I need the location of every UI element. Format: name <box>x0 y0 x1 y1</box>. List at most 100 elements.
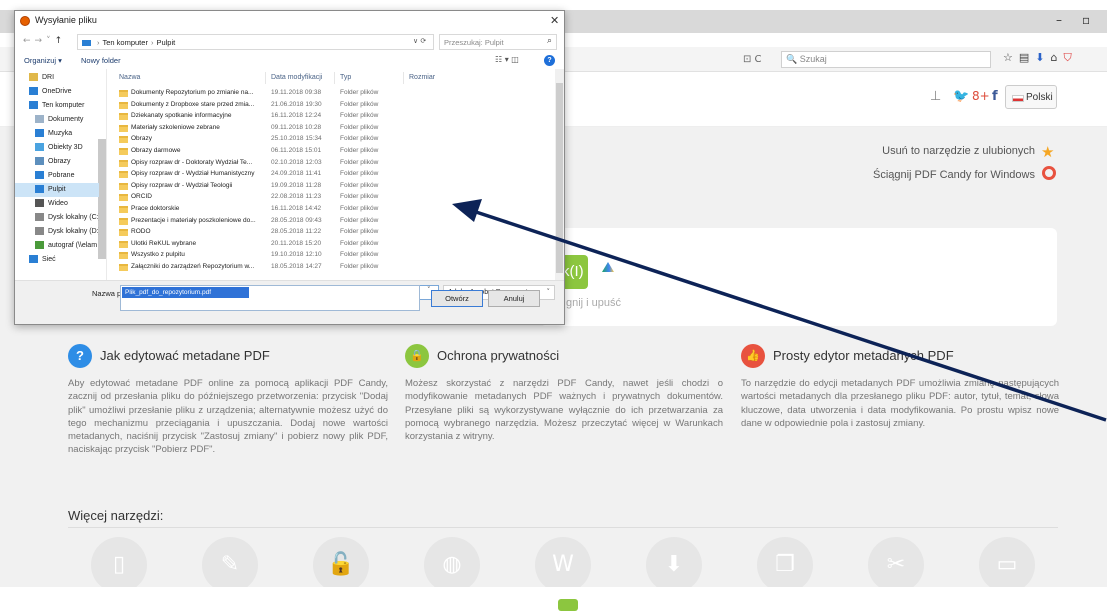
nav-item[interactable]: Obiekty 3D <box>15 141 99 155</box>
nav-item-label: Pobrane <box>48 171 75 179</box>
nav-item[interactable]: Dysk lokalny (C:) <box>15 211 99 225</box>
view-options-icon[interactable]: ☷ ▾ ◫ <box>495 55 519 64</box>
file-name: Dokumenty Repozytorium po zmianie na... <box>131 89 254 96</box>
file-row[interactable]: Wszystko z pulpitu 19.10.2018 12:10 Folder… <box>107 250 555 261</box>
dialog-titlebar[interactable]: Wysyłanie pliku ✕ <box>15 11 564 31</box>
url-bar-icons[interactable]: ⊡ C <box>743 54 762 65</box>
folder-icon <box>119 264 128 271</box>
nav-item-label: Obiekty 3D <box>48 143 83 151</box>
browser-search-input[interactable]: 🔍 Szukaj <box>781 51 991 68</box>
library-icon[interactable]: ▤ <box>1019 51 1035 64</box>
breadcrumb-desktop[interactable]: Pulpit <box>156 38 175 47</box>
back-arrow-icon[interactable]: ← <box>23 36 35 46</box>
dialog-search-input[interactable]: Przeszukaj: Pulpit ⌕ <box>439 34 557 50</box>
language-selector[interactable]: Polski <box>1005 85 1057 109</box>
file-type: Folder plików <box>340 205 379 212</box>
home-icon[interactable]: ⌂ <box>1051 51 1064 64</box>
file-row[interactable]: Opisy rozpraw dr - Wydział Humanistyczny… <box>107 169 555 180</box>
file-row[interactable]: Obrazy darmowe 06.11.2018 15:01 Folder pli… <box>107 146 555 157</box>
nav-item-label: Pulpit <box>48 185 66 193</box>
open-button[interactable]: Otwórz <box>431 290 483 307</box>
folder-icon <box>119 229 128 237</box>
file-type: Folder plików <box>340 112 379 120</box>
nav-item[interactable]: Wideo <box>15 197 99 211</box>
file-row[interactable]: Dokumenty z Dropboxe stare przed zmia...… <box>107 100 555 111</box>
column-type[interactable]: Typ <box>340 74 351 81</box>
nav-item[interactable]: Dokumenty <box>15 113 99 127</box>
thumbs-up-icon: 👍 <box>741 344 765 368</box>
recent-chevron-icon[interactable]: ˅ <box>46 36 55 46</box>
pocket-icon[interactable]: ⛉ <box>1063 51 1077 64</box>
minimize-button[interactable]: – <box>1056 13 1062 27</box>
download-windows-link[interactable]: Ściągnij PDF Candy for Windows <box>873 169 1035 181</box>
nav-item[interactable]: Sieć <box>15 253 99 267</box>
tool-edit-icon[interactable]: ✎ <box>202 537 258 593</box>
google-plus-icon[interactable]: 8+ <box>972 89 990 103</box>
file-row[interactable]: ORCID 22.08.2018 11:23 Folder plików <box>107 192 555 203</box>
column-size[interactable]: Rozmiar <box>409 74 435 81</box>
scroll-indicator[interactable] <box>558 599 578 611</box>
nav-item[interactable]: OneDrive <box>15 85 99 99</box>
tool-split-icon[interactable]: ✂ <box>868 537 924 593</box>
up-arrow-icon[interactable]: ↑ <box>55 36 67 46</box>
new-folder-button[interactable]: Nowy folder <box>81 56 121 65</box>
nav-item[interactable]: Pobrane <box>15 169 99 183</box>
chevron-down-icon[interactable]: ˅ <box>427 286 431 294</box>
search-icon: ⌕ <box>546 36 552 46</box>
nav-item[interactable]: DRI <box>15 71 99 85</box>
file-row[interactable]: Dziekanaty spotkanie informacyjne 16.11.2… <box>107 111 555 122</box>
download-icon[interactable]: ⬇ <box>1035 51 1050 64</box>
file-date: 09.11.2018 10:28 <box>271 123 322 131</box>
tool-document-icon[interactable]: ▯ <box>91 537 147 593</box>
column-divider <box>265 72 266 84</box>
file-date: 16.11.2018 12:24 <box>271 112 322 120</box>
nav-scrollbar[interactable] <box>98 139 106 259</box>
nav-item[interactable]: Muzyka <box>15 127 99 141</box>
nav-item[interactable]: Ten komputer <box>15 99 99 113</box>
tool-word-icon[interactable]: W <box>535 537 591 593</box>
file-row[interactable]: Załączniki do zarządzeń Repozytorium w..… <box>107 262 555 273</box>
nav-item[interactable]: autograf (\\elam <box>15 239 99 253</box>
nav-item-label: Dokumenty <box>48 115 84 123</box>
nav-folder-icon <box>35 171 44 179</box>
file-row[interactable]: Opisy rozpraw dr - Wydział Teologii 19.09… <box>107 181 555 192</box>
file-row[interactable]: Opisy rozpraw dr - Doktoraty Wydział Te.… <box>107 158 555 169</box>
column-name[interactable]: Nazwa <box>119 74 140 81</box>
nav-item[interactable]: Obrazy <box>15 155 99 169</box>
forward-arrow-icon[interactable]: → <box>35 36 47 46</box>
file-row[interactable]: Materiały szkoleniowe zebrane 09.11.2018 … <box>107 123 555 134</box>
help-icon[interactable]: ? <box>544 55 555 66</box>
tool-unlock-icon[interactable]: 🔓 <box>313 537 369 593</box>
share-icon[interactable]: ⊥ <box>930 89 941 104</box>
firefox-icon <box>20 16 30 26</box>
tool-image-icon[interactable]: ▭ <box>979 537 1035 593</box>
file-name: ORCID <box>131 193 152 201</box>
facebook-icon[interactable]: f <box>992 89 998 104</box>
file-scrollbar-thumb[interactable] <box>556 83 563 273</box>
tool-download-icon[interactable]: ⬇ <box>646 537 702 593</box>
breadcrumb-computer[interactable]: Ten komputer <box>103 38 148 47</box>
column-date[interactable]: Data modyfikacji <box>271 74 322 81</box>
file-row[interactable]: Dokumenty Repozytorium po zmianie na... 1… <box>107 88 555 99</box>
column-divider <box>403 72 404 84</box>
bookmark-star-icon[interactable]: ☆ <box>1003 51 1019 64</box>
file-row[interactable]: Ulotki ReKUL wybrane 20.11.2018 15:20 Fold… <box>107 239 555 250</box>
file-row[interactable]: Prace doktorskie 16.11.2018 14:42 Folder p… <box>107 204 555 215</box>
file-row[interactable]: RODO 28.05.2018 11:22 Folder plików <box>107 227 555 238</box>
restore-button[interactable]: ▫ <box>1082 13 1090 27</box>
file-row[interactable]: Obrazy 25.10.2018 15:34 Folder plików <box>107 134 555 145</box>
address-refresh-icon[interactable]: ∨ ⟳ <box>413 37 426 45</box>
tool-copy-icon[interactable]: ❐ <box>757 537 813 593</box>
tool-compress-icon[interactable]: ◍ <box>424 537 480 593</box>
nav-item[interactable]: Dysk lokalny (D:) <box>15 225 99 239</box>
nav-item[interactable]: Pulpit <box>15 183 99 197</box>
folder-icon <box>119 240 128 248</box>
file-row[interactable]: Prezentacje i materiały poszkoleniowe do… <box>107 216 555 227</box>
autocomplete-suggestion[interactable]: Plik_pdf_do_repozytorium.pdf <box>122 287 249 298</box>
address-bar[interactable]: › Ten komputer › Pulpit <box>77 34 434 50</box>
close-icon[interactable]: ✕ <box>550 14 559 27</box>
organize-button[interactable]: Organizuj ▾ <box>24 56 62 65</box>
twitter-icon[interactable]: 🐦 <box>953 89 969 104</box>
remove-favorite-link[interactable]: Usuń to narzędzie z ulubionych <box>882 145 1035 157</box>
cancel-button[interactable]: Anuluj <box>488 290 540 307</box>
